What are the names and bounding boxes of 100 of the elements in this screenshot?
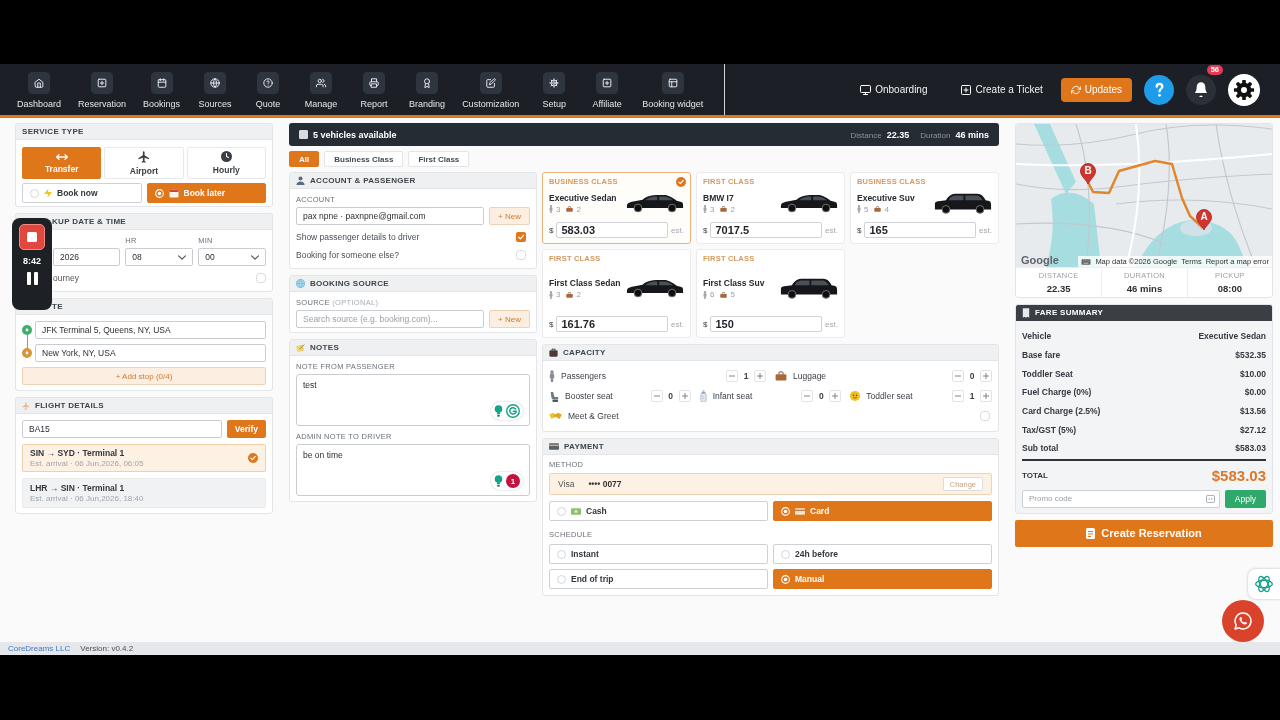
banknote-icon bbox=[571, 507, 581, 515]
flight-option[interactable]: LHR → SIN · Terminal 1 Est. arrival · 06 Jun,2026, 18:40 bbox=[22, 478, 266, 508]
booking-time-option[interactable]: Book now bbox=[22, 183, 142, 203]
note-field[interactable]: test bbox=[296, 374, 530, 426]
decrease-button[interactable] bbox=[952, 370, 964, 382]
distance-label: Distance bbox=[850, 130, 882, 140]
plus-square-icon bbox=[596, 72, 619, 94]
pause-button[interactable] bbox=[26, 272, 38, 285]
check-circle-icon bbox=[676, 177, 686, 187]
checkbox[interactable] bbox=[256, 273, 266, 283]
increase-button[interactable] bbox=[678, 390, 691, 402]
nav-item[interactable]: Reservation bbox=[73, 64, 132, 115]
edit-icon bbox=[479, 72, 502, 94]
increase-button[interactable] bbox=[980, 390, 992, 402]
schedule-option[interactable]: Instant bbox=[549, 544, 768, 564]
price-field[interactable]: 161.76 bbox=[556, 316, 669, 332]
fare-label: Tax/GST (5%) bbox=[1022, 424, 1077, 435]
luggage-icon bbox=[566, 206, 574, 212]
stop-button[interactable] bbox=[19, 224, 45, 250]
help-button[interactable] bbox=[1144, 74, 1174, 105]
service-type-tab[interactable]: Airport bbox=[104, 147, 184, 179]
filter-tab[interactable]: First Class bbox=[408, 151, 470, 167]
increase-button[interactable] bbox=[829, 390, 842, 402]
timer-text: 8:42 bbox=[23, 256, 41, 266]
hour-select[interactable]: 08 bbox=[125, 248, 194, 266]
date-field[interactable]: 2026 bbox=[53, 248, 121, 266]
payment-method-option[interactable]: Cash bbox=[549, 501, 768, 521]
promo-code-field[interactable]: Promo code bbox=[1022, 489, 1220, 508]
schedule-option[interactable]: End of trip bbox=[549, 569, 768, 589]
section-title: NOTES bbox=[310, 343, 340, 352]
decrease-button[interactable] bbox=[801, 390, 814, 402]
vehicle-name: First Class Sedan bbox=[549, 278, 621, 288]
nav-item[interactable]: Branding bbox=[404, 64, 451, 115]
decrease-button[interactable] bbox=[650, 390, 663, 402]
nav-item[interactable]: Customization bbox=[457, 64, 525, 115]
layout-icon bbox=[661, 72, 684, 94]
section-title: FLIGHT DETAILS bbox=[35, 401, 104, 410]
home-icon bbox=[28, 72, 50, 94]
assistant-button[interactable] bbox=[1248, 569, 1280, 599]
location-field[interactable]: New York, NY, USA bbox=[35, 344, 266, 362]
flight-number-field[interactable]: BA15 bbox=[22, 420, 222, 438]
source-search-field[interactable]: Search source (e.g. booking.com)... bbox=[296, 310, 484, 328]
price-field[interactable]: 150 bbox=[710, 316, 823, 332]
person-icon bbox=[549, 205, 553, 213]
checkbox[interactable] bbox=[516, 250, 526, 260]
account-field[interactable]: pax npne · paxnpne@gmail.com bbox=[296, 207, 484, 225]
duration-label: Duration bbox=[920, 130, 951, 140]
flight-option[interactable]: SIN → SYD · Terminal 1 Est. arrival · 06 Jun,2026, 06:05 bbox=[22, 444, 266, 472]
decrease-button[interactable] bbox=[952, 390, 964, 402]
writing-assistant-widget[interactable] bbox=[491, 402, 523, 420]
car-drawing bbox=[780, 192, 838, 214]
luggage-icon bbox=[874, 206, 882, 212]
filter-tab[interactable]: Business Class bbox=[324, 151, 404, 167]
currency-symbol: $ bbox=[703, 319, 708, 329]
minute-select[interactable]: 00 bbox=[198, 248, 266, 266]
nav-item[interactable]: Booking widget bbox=[637, 64, 709, 115]
note-field[interactable]: be on time 1 bbox=[296, 444, 530, 496]
settings-icon bbox=[543, 72, 566, 94]
luggage-icon bbox=[566, 291, 574, 298]
schedule-option[interactable]: 24h before bbox=[773, 544, 992, 564]
service-type-tab[interactable]: Hourly bbox=[186, 147, 266, 179]
increase-button[interactable] bbox=[754, 370, 766, 382]
minus-icon bbox=[955, 373, 961, 379]
issue-count-badge: 1 bbox=[506, 474, 520, 488]
notifications-button[interactable] bbox=[1186, 74, 1216, 105]
chat-button[interactable] bbox=[1222, 600, 1264, 642]
map-marker[interactable]: B bbox=[1080, 163, 1096, 185]
currency-symbol: $ bbox=[549, 319, 554, 329]
map-marker[interactable]: A bbox=[1196, 209, 1212, 231]
section-title: FARE SUMMARY bbox=[1035, 308, 1104, 317]
nav-item[interactable]: Quote bbox=[245, 64, 292, 115]
nav-item[interactable]: Affiliate bbox=[584, 64, 631, 115]
price-field[interactable]: 165 bbox=[864, 222, 977, 238]
nav-item[interactable]: Manage bbox=[298, 64, 345, 115]
nav-item[interactable]: Report bbox=[351, 64, 398, 115]
clock-icon bbox=[220, 151, 232, 162]
stat-value: 46 mins bbox=[1126, 283, 1163, 294]
radio-icon bbox=[154, 188, 164, 198]
checkbox[interactable] bbox=[516, 232, 526, 242]
price-field[interactable]: 583.03 bbox=[556, 222, 669, 238]
create-ticket-link[interactable]: Create a Ticket bbox=[955, 80, 1049, 99]
checkbox[interactable] bbox=[980, 411, 990, 421]
increase-button[interactable] bbox=[980, 370, 992, 382]
radio-icon bbox=[557, 549, 566, 559]
writing-assistant-widget[interactable]: 1 bbox=[491, 472, 523, 490]
company-link[interactable]: CoreDreams LLC bbox=[8, 644, 71, 653]
nav-item[interactable]: Dashboard bbox=[12, 64, 67, 115]
nav-item[interactable]: Bookings bbox=[138, 64, 186, 115]
plane-icon bbox=[22, 401, 30, 410]
capacity-label: Toddler seat bbox=[866, 391, 914, 401]
radio-icon bbox=[557, 574, 566, 584]
nav-item[interactable]: Setup bbox=[531, 64, 578, 115]
onboarding-link[interactable]: Onboarding bbox=[854, 80, 934, 99]
settings-button[interactable] bbox=[1228, 73, 1260, 106]
price-field[interactable]: 7017.5 bbox=[710, 222, 823, 238]
decrease-button[interactable] bbox=[726, 370, 738, 382]
nav-item[interactable]: Sources bbox=[192, 64, 239, 115]
fare-amount: $0.00 bbox=[1244, 387, 1266, 398]
duration-value: 46 mins bbox=[955, 129, 989, 140]
location-field[interactable]: JFK Terminal 5, Queens, NY, USA bbox=[35, 321, 266, 339]
